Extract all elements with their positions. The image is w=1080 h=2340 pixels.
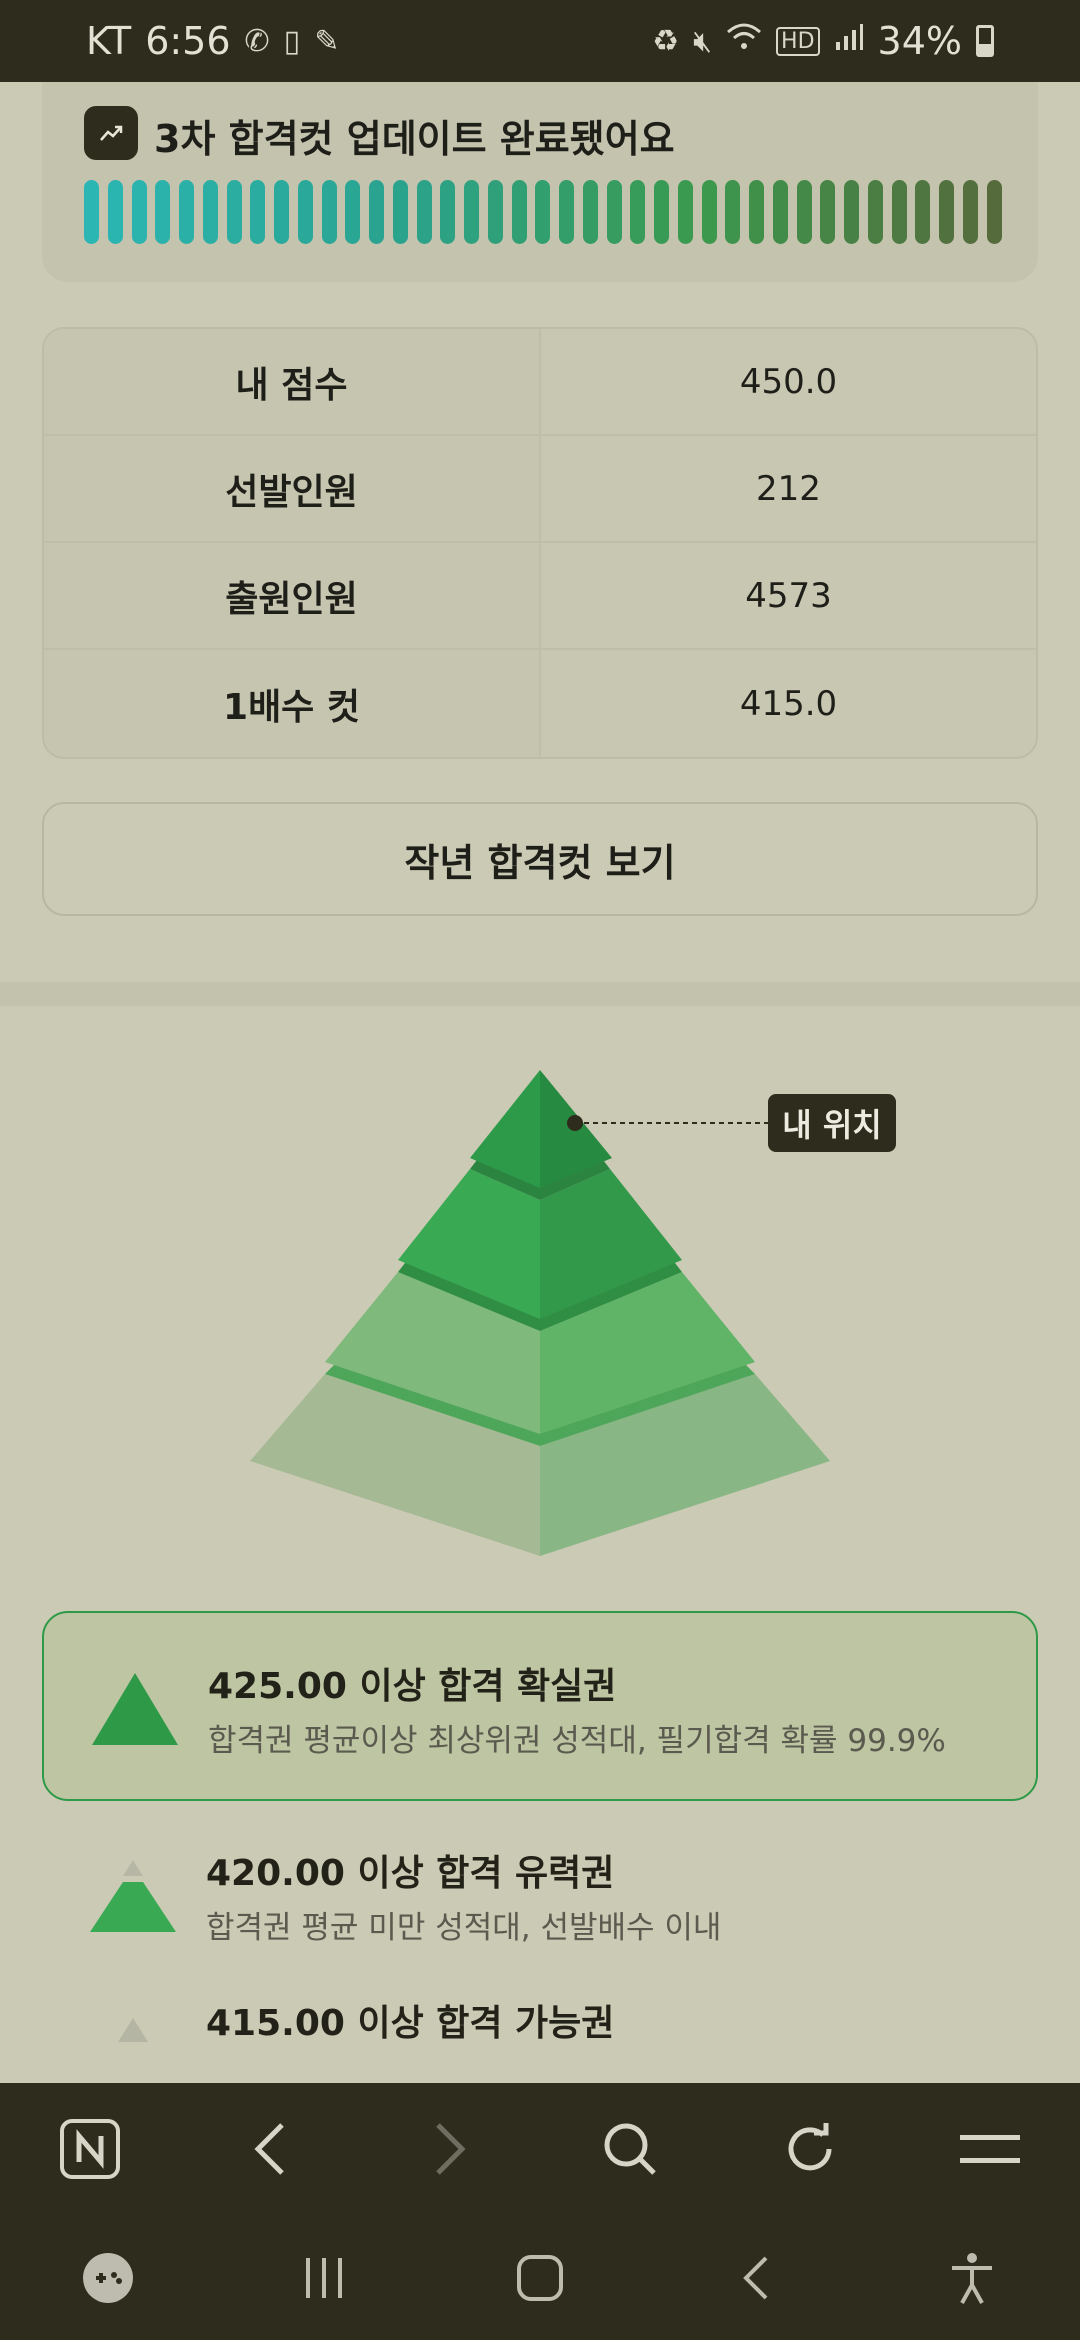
progress-segment bbox=[986, 180, 1002, 244]
system-nav-bar bbox=[0, 2215, 1080, 2340]
phone-icon: ▯ bbox=[283, 23, 301, 59]
tier-item-possible[interactable]: 415.00 이상 합격 가능권 bbox=[42, 1980, 1038, 2083]
tier-title: 420.00 이상 합격 유력권 bbox=[206, 1853, 615, 1894]
progress-segment bbox=[796, 180, 812, 244]
progress-segment bbox=[962, 180, 978, 244]
progress-segment bbox=[487, 180, 503, 244]
progress-segment bbox=[321, 180, 337, 244]
search-icon[interactable] bbox=[590, 2109, 670, 2189]
my-score-value: 450.0 bbox=[739, 361, 838, 402]
progress-segment bbox=[701, 180, 717, 244]
back-icon[interactable] bbox=[230, 2109, 310, 2189]
table-row: 1배수 컷 415.0 bbox=[44, 650, 1036, 757]
tier-title: 425.00 이상 합격 확실권 bbox=[208, 1666, 617, 1707]
battery-icon bbox=[976, 25, 994, 57]
menu-icon[interactable] bbox=[950, 2109, 1030, 2189]
cutline-label: 1배수 컷 bbox=[44, 650, 541, 757]
section-divider bbox=[0, 982, 1080, 1006]
mute-icon: 🔇︎ bbox=[693, 23, 713, 59]
progress-segment bbox=[939, 180, 954, 244]
progress-segment bbox=[867, 180, 883, 244]
progress-segment bbox=[535, 180, 551, 244]
tier-item-certain[interactable]: 425.00 이상 합격 확실권 합격권 평균이상 최상위권 성적대, 필기합격… bbox=[42, 1611, 1038, 1801]
accessibility-icon[interactable] bbox=[932, 2238, 1012, 2318]
progress-segment bbox=[749, 180, 764, 244]
progress-segment bbox=[440, 180, 456, 244]
progress-segment bbox=[464, 180, 479, 244]
update-progress-bar bbox=[84, 180, 1002, 244]
progress-segment bbox=[606, 180, 622, 244]
progress-segment bbox=[654, 180, 669, 244]
selection-count-value: 212 bbox=[756, 468, 821, 509]
wifi-icon bbox=[726, 22, 762, 60]
table-row: 출원인원 4573 bbox=[44, 543, 1036, 650]
clock: 6:56 bbox=[145, 19, 231, 63]
tier-item-likely[interactable]: 420.00 이상 합격 유력권 합격권 평균 미만 성적대, 선발배수 이내 bbox=[42, 1800, 1038, 1990]
carrier: KT bbox=[86, 19, 132, 63]
home-icon[interactable] bbox=[500, 2238, 580, 2318]
browser-toolbar bbox=[0, 2083, 1080, 2215]
selection-count-label: 선발인원 bbox=[44, 436, 541, 541]
hd-icon: HD bbox=[776, 26, 820, 56]
trend-up-icon bbox=[84, 106, 138, 160]
progress-segment bbox=[582, 180, 598, 244]
progress-segment bbox=[107, 180, 123, 244]
score-table: 내 점수 450.0 선발인원 212 출원인원 4573 1배수 컷 415.… bbox=[42, 327, 1038, 759]
progress-segment bbox=[179, 180, 194, 244]
progress-segment bbox=[630, 180, 646, 244]
call-icon: ✆ bbox=[244, 23, 270, 59]
tier-triangle-icon bbox=[118, 2018, 148, 2042]
progress-segment bbox=[84, 180, 99, 244]
tier-desc: 합격권 평균이상 최상위권 성적대, 필기합격 확률 99.9% bbox=[208, 1723, 946, 1759]
progress-segment bbox=[155, 180, 171, 244]
my-position-label: 내 위치 bbox=[768, 1094, 896, 1152]
table-row: 선발인원 212 bbox=[44, 436, 1036, 543]
my-score-label: 내 점수 bbox=[44, 329, 541, 434]
signal-icon bbox=[834, 22, 864, 60]
update-title: 3차 합격컷 업데이트 완료됐어요 bbox=[154, 117, 675, 161]
tier-desc: 합격권 평균 미만 성적대, 선발배수 이내 bbox=[206, 1910, 722, 1946]
progress-segment bbox=[891, 180, 907, 244]
progress-segment bbox=[369, 180, 384, 244]
progress-segment bbox=[844, 180, 859, 244]
status-bar: KT 6:56 ✆ ▯ ✎ ♻ 🔇︎ HD 34% bbox=[0, 0, 1080, 82]
progress-segment bbox=[559, 180, 574, 244]
table-row: 내 점수 450.0 bbox=[44, 329, 1036, 436]
battery-percent: 34% bbox=[877, 19, 962, 63]
recent-apps-icon[interactable] bbox=[284, 2238, 364, 2318]
progress-segment bbox=[772, 180, 788, 244]
applicant-count-value: 4573 bbox=[745, 575, 832, 616]
update-banner: 3차 합격컷 업데이트 완료됐어요 bbox=[42, 82, 1038, 282]
rank-pyramid bbox=[250, 1070, 830, 1556]
progress-segment bbox=[297, 180, 313, 244]
progress-segment bbox=[915, 180, 931, 244]
tier-title: 415.00 이상 합격 가능권 bbox=[206, 2003, 615, 2044]
forward-icon[interactable] bbox=[410, 2109, 490, 2189]
progress-segment bbox=[820, 180, 836, 244]
progress-segment bbox=[725, 180, 741, 244]
note-icon: ✎ bbox=[314, 23, 340, 59]
prev-year-cutline-button[interactable]: 작년 합격컷 보기 bbox=[42, 802, 1038, 916]
my-position-marker bbox=[567, 1115, 583, 1131]
progress-segment bbox=[250, 180, 266, 244]
progress-segment bbox=[202, 180, 218, 244]
progress-segment bbox=[677, 180, 693, 244]
back-nav-icon[interactable] bbox=[716, 2238, 796, 2318]
refresh-icon[interactable] bbox=[770, 2109, 850, 2189]
tier-triangle-icon bbox=[92, 1673, 178, 1745]
progress-segment bbox=[345, 180, 361, 244]
cutline-value: 415.0 bbox=[739, 683, 838, 724]
game-launcher-icon[interactable] bbox=[68, 2238, 148, 2318]
tier-triangle-icon bbox=[90, 1860, 176, 1932]
battery-saver-icon: ♻ bbox=[652, 23, 680, 59]
progress-segment bbox=[274, 180, 289, 244]
progress-segment bbox=[131, 180, 147, 244]
progress-segment bbox=[392, 180, 408, 244]
progress-segment bbox=[416, 180, 432, 244]
applicant-count-label: 출원인원 bbox=[44, 543, 541, 648]
progress-segment bbox=[226, 180, 242, 244]
naver-icon[interactable] bbox=[50, 2109, 130, 2189]
progress-segment bbox=[511, 180, 527, 244]
